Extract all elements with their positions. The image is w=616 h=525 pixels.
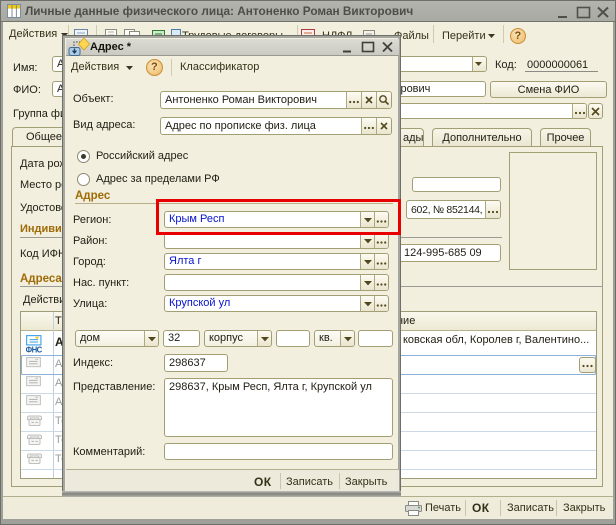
svg-text:ФНС: ФНС bbox=[26, 346, 43, 354]
